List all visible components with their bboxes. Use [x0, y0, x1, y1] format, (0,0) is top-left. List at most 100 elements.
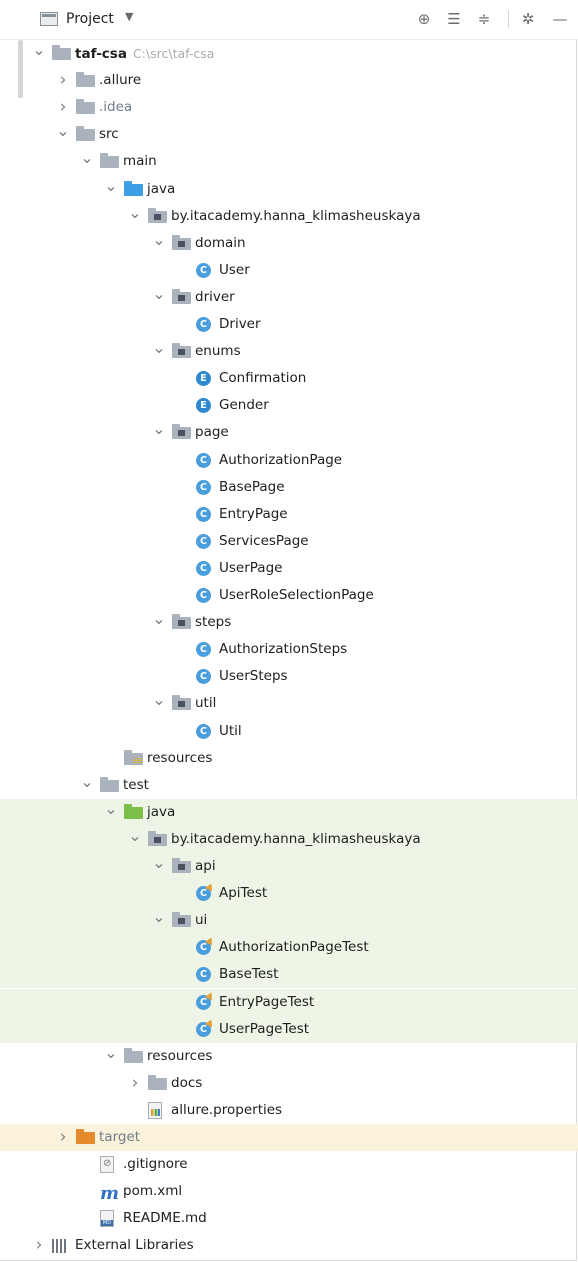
- chevron-down-icon[interactable]: ⌄: [56, 121, 70, 148]
- chevron-right-icon[interactable]: ›: [128, 1070, 142, 1097]
- chevron-down-icon[interactable]: ⌄: [32, 40, 46, 67]
- tree-row[interactable]: C BasePage: [0, 474, 578, 501]
- folder-grey-icon: [76, 72, 95, 88]
- collapse-all-icon[interactable]: ≑: [473, 8, 495, 30]
- tree-row[interactable]: C Driver: [0, 311, 578, 338]
- tree-item-label: EntryPageTest: [219, 989, 314, 1016]
- tree-row[interactable]: ⌄ ui: [0, 907, 578, 935]
- libraries-icon: [52, 1239, 68, 1254]
- tree-row[interactable]: C UserRoleSelectionPage: [0, 582, 578, 609]
- chevron-right-icon[interactable]: ›: [32, 1232, 46, 1259]
- tree-row[interactable]: ⌄ main: [0, 148, 578, 175]
- chevron-down-icon[interactable]: ⌄: [128, 826, 142, 853]
- tree-row[interactable]: ⌄ java: [0, 176, 578, 203]
- chevron-down-icon[interactable]: ⌄: [152, 284, 166, 311]
- class-icon: C: [196, 588, 211, 603]
- chevron-down-icon[interactable]: ⌄: [152, 853, 166, 880]
- chevron-down-icon[interactable]: ⌄: [152, 230, 166, 257]
- tree-row[interactable]: E Gender: [0, 392, 578, 419]
- markdown-file-icon: [100, 1210, 114, 1228]
- chevron-down-icon[interactable]: ⌄: [152, 907, 166, 934]
- tree-row[interactable]: › docs: [0, 1070, 578, 1097]
- tree-item-label: Driver: [219, 311, 261, 338]
- folder-grey-icon: [148, 1074, 167, 1090]
- chevron-down-icon[interactable]: ⌄: [152, 690, 166, 717]
- project-tool-window: Project ▼ ⊕ ☰ ≑ ✲ — ⌄ taf-csa C:\src\taf-c…: [0, 0, 578, 1261]
- tree-item-label: enums: [195, 338, 241, 365]
- tree-row[interactable]: ⌄ driver: [0, 284, 578, 311]
- tree-row[interactable]: ⌄ page: [0, 419, 578, 446]
- tree-row[interactable]: ⌄ taf-csa C:\src\taf-csa: [0, 40, 578, 67]
- tree-row[interactable]: resources: [0, 745, 578, 772]
- tree-item-text: resources: [147, 749, 213, 766]
- tree-item-label: UserSteps: [219, 663, 288, 690]
- tree-row[interactable]: C BaseTest: [0, 961, 578, 989]
- chevron-down-icon[interactable]: ⌄: [104, 799, 118, 826]
- tree-row[interactable]: E Confirmation: [0, 365, 578, 392]
- tree-row[interactable]: .gitignore: [0, 1151, 578, 1178]
- minimize-icon[interactable]: —: [549, 8, 571, 30]
- package-icon: [172, 288, 191, 304]
- tree-item-text: taf-csa: [75, 46, 127, 62]
- tree-item-label: allure.properties: [171, 1097, 282, 1124]
- tree-row[interactable]: C AuthorizationSteps: [0, 636, 578, 663]
- tree-row[interactable]: › .allure: [0, 67, 578, 94]
- tree-row[interactable]: C EntryPageTest: [0, 988, 578, 1016]
- tree-row[interactable]: ⌄ src: [0, 121, 578, 148]
- tree-item-label: steps: [195, 609, 231, 636]
- tree-row[interactable]: C UserPage: [0, 555, 578, 582]
- tree-row[interactable]: ⌄ by.itacademy.hanna_klimasheuskaya: [0, 203, 578, 230]
- tree-row[interactable]: ⌄ domain: [0, 230, 578, 257]
- tree-row[interactable]: › External Libraries: [0, 1232, 578, 1259]
- chevron-down-icon[interactable]: ⌄: [128, 203, 142, 230]
- tree-row[interactable]: C ApiTest: [0, 880, 578, 908]
- chevron-right-icon[interactable]: ›: [56, 94, 70, 121]
- tree-row[interactable]: C EntryPage: [0, 501, 578, 528]
- tree-row[interactable]: ⌄ java: [0, 798, 578, 826]
- chevron-down-icon[interactable]: ⌄: [104, 176, 118, 203]
- tree-row[interactable]: ⌄ util: [0, 690, 578, 717]
- tree-row[interactable]: ⌄ by.itacademy.hanna_klimasheuskaya: [0, 825, 578, 853]
- tree-row[interactable]: ⌄ enums: [0, 338, 578, 365]
- tree-row[interactable]: m pom.xml: [0, 1178, 578, 1205]
- tree-row[interactable]: › target: [0, 1124, 578, 1151]
- chevron-down-icon[interactable]: ⌄: [152, 338, 166, 365]
- view-selector-chevron-down-icon[interactable]: ▼: [125, 10, 133, 23]
- tree-item-label: .allure: [99, 67, 141, 94]
- tree-row[interactable]: C ServicesPage: [0, 528, 578, 555]
- chevron-down-icon[interactable]: ⌄: [152, 419, 166, 446]
- tree-row[interactable]: ⌄ api: [0, 853, 578, 880]
- tree-item-text: README.md: [123, 1210, 207, 1227]
- chevron-down-icon[interactable]: ⌄: [80, 772, 94, 799]
- chevron-down-icon[interactable]: ⌄: [80, 148, 94, 175]
- tree-row[interactable]: › .idea: [0, 94, 578, 121]
- package-icon: [172, 695, 191, 711]
- tree-row[interactable]: ⌄ test: [0, 772, 578, 799]
- tree-item-text: UserPageTest: [219, 1020, 310, 1037]
- chevron-right-icon[interactable]: ›: [56, 1124, 70, 1151]
- tree-row[interactable]: C Util: [0, 718, 578, 745]
- tree-row[interactable]: C UserSteps: [0, 663, 578, 690]
- expand-all-icon[interactable]: ☰: [443, 8, 465, 30]
- tree-item-label: pom.xml: [123, 1178, 182, 1205]
- chevron-down-icon[interactable]: ⌄: [104, 1043, 118, 1070]
- tree-item-text: UserSteps: [219, 668, 288, 685]
- tree-item-text: driver: [195, 288, 235, 305]
- target-icon[interactable]: ⊕: [413, 8, 435, 30]
- tree-row[interactable]: README.md: [0, 1205, 578, 1232]
- project-view-title[interactable]: Project: [66, 11, 114, 27]
- tree-row[interactable]: ⌄ steps: [0, 609, 578, 636]
- gitignore-file-icon: [100, 1156, 114, 1174]
- tree-row[interactable]: allure.properties: [0, 1097, 578, 1124]
- tree-item-label: main: [123, 148, 157, 175]
- chevron-down-icon[interactable]: ⌄: [152, 609, 166, 636]
- tree-row[interactable]: ⌄ resources: [0, 1043, 578, 1070]
- class-icon: C: [196, 642, 211, 658]
- tree-row[interactable]: C AuthorizationPage: [0, 447, 578, 474]
- tree-row[interactable]: C UserPageTest: [0, 1015, 578, 1043]
- tree-row[interactable]: C User: [0, 257, 578, 284]
- gear-icon[interactable]: ✲: [517, 8, 539, 30]
- chevron-right-icon[interactable]: ›: [56, 67, 70, 94]
- tree-row[interactable]: C AuthorizationPageTest: [0, 934, 578, 962]
- tree-item-text: EntryPage: [219, 505, 288, 522]
